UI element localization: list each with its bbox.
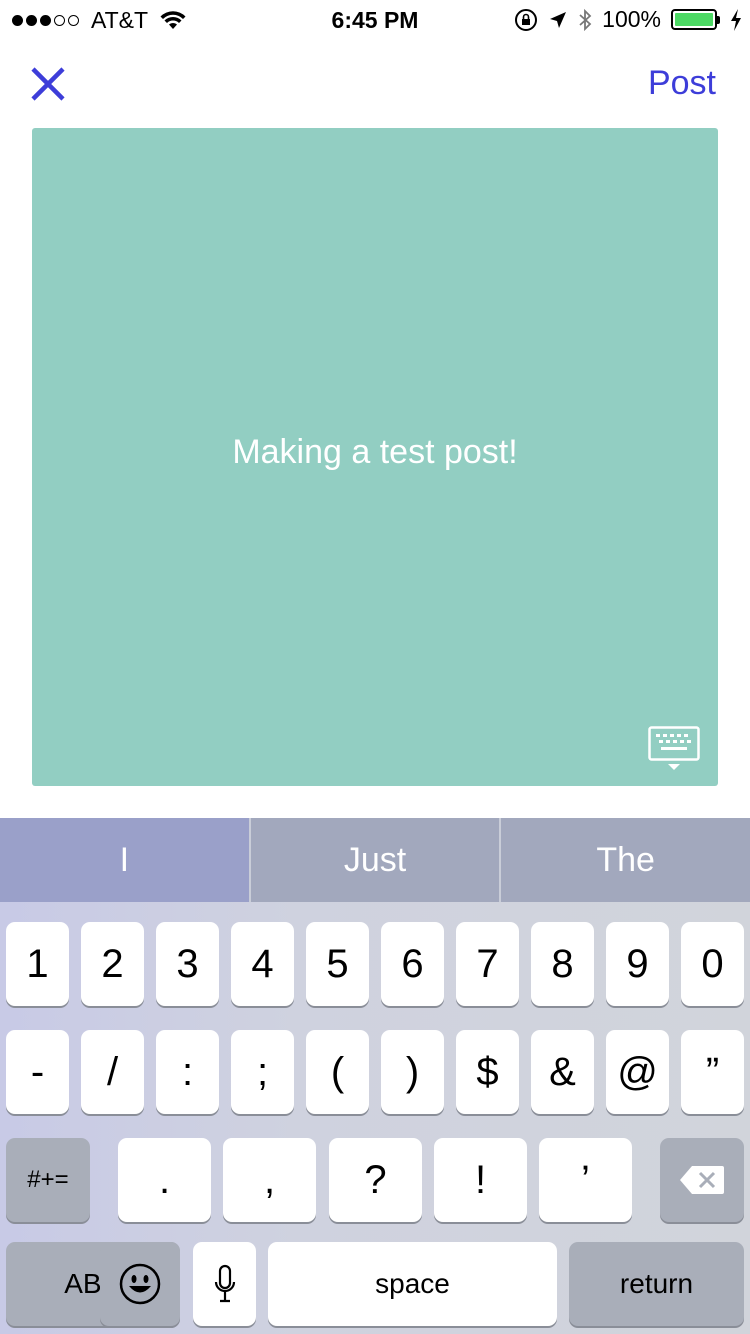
key-1[interactable]: 1 (6, 922, 69, 1006)
key-3[interactable]: 3 (156, 922, 219, 1006)
key-close-paren[interactable]: ) (381, 1030, 444, 1114)
keyboard: I Just The 1 2 3 4 5 6 7 8 9 0 - / : ; (… (0, 818, 750, 1334)
backspace-icon (680, 1166, 724, 1194)
post-text[interactable]: Making a test post! (32, 433, 718, 472)
space-key[interactable]: space (268, 1242, 557, 1326)
rotation-lock-icon (515, 8, 538, 31)
battery-level-fill (675, 13, 713, 26)
predictive-text-bar: I Just The (0, 818, 750, 902)
bluetooth-icon (579, 8, 592, 31)
dictation-key[interactable] (193, 1242, 256, 1326)
suggestion-1[interactable]: I (0, 818, 249, 902)
status-right: 100% (514, 6, 742, 33)
return-key[interactable]: return (569, 1242, 744, 1326)
keyboard-dismiss-button[interactable] (648, 726, 700, 772)
emoji-key[interactable] (100, 1242, 180, 1326)
status-bar: AT&T 6:45 PM 100% (0, 0, 750, 40)
post-card[interactable]: Making a test post! (32, 128, 718, 786)
key-0[interactable]: 0 (681, 922, 744, 1006)
delete-key[interactable] (660, 1138, 744, 1222)
key-ampersand[interactable]: & (531, 1030, 594, 1114)
key-open-paren[interactable]: ( (306, 1030, 369, 1114)
suggestion-2[interactable]: Just (250, 818, 500, 902)
key-exclamation[interactable]: ! (434, 1138, 527, 1222)
key-9[interactable]: 9 (606, 922, 669, 1006)
key-period[interactable]: . (118, 1138, 211, 1222)
close-button[interactable] (30, 66, 66, 102)
key-colon[interactable]: : (156, 1030, 219, 1114)
key-8[interactable]: 8 (531, 922, 594, 1006)
key-quote[interactable]: ” (681, 1030, 744, 1114)
key-hyphen[interactable]: - (6, 1030, 69, 1114)
charging-bolt-icon (731, 8, 741, 31)
key-more-symbols[interactable]: #+= (6, 1138, 90, 1222)
location-arrow-icon (550, 11, 567, 28)
key-at[interactable]: @ (606, 1030, 669, 1114)
key-comma[interactable]: , (223, 1138, 316, 1222)
emoji-icon (119, 1263, 161, 1305)
keyboard-hide-icon (648, 726, 700, 770)
key-semicolon[interactable]: ; (231, 1030, 294, 1114)
key-question[interactable]: ? (329, 1138, 422, 1222)
key-2[interactable]: 2 (81, 922, 144, 1006)
microphone-icon (214, 1264, 235, 1303)
key-apostrophe[interactable]: ’ (539, 1138, 632, 1222)
close-icon (31, 67, 65, 101)
key-dollar[interactable]: $ (456, 1030, 519, 1114)
key-6[interactable]: 6 (381, 922, 444, 1006)
key-4[interactable]: 4 (231, 922, 294, 1006)
post-button[interactable]: Post (648, 64, 716, 103)
battery-percentage: 100% (602, 6, 661, 32)
key-7[interactable]: 7 (456, 922, 519, 1006)
suggestion-3[interactable]: The (501, 818, 750, 902)
battery-icon (671, 9, 720, 30)
key-slash[interactable]: / (81, 1030, 144, 1114)
key-5[interactable]: 5 (306, 922, 369, 1006)
